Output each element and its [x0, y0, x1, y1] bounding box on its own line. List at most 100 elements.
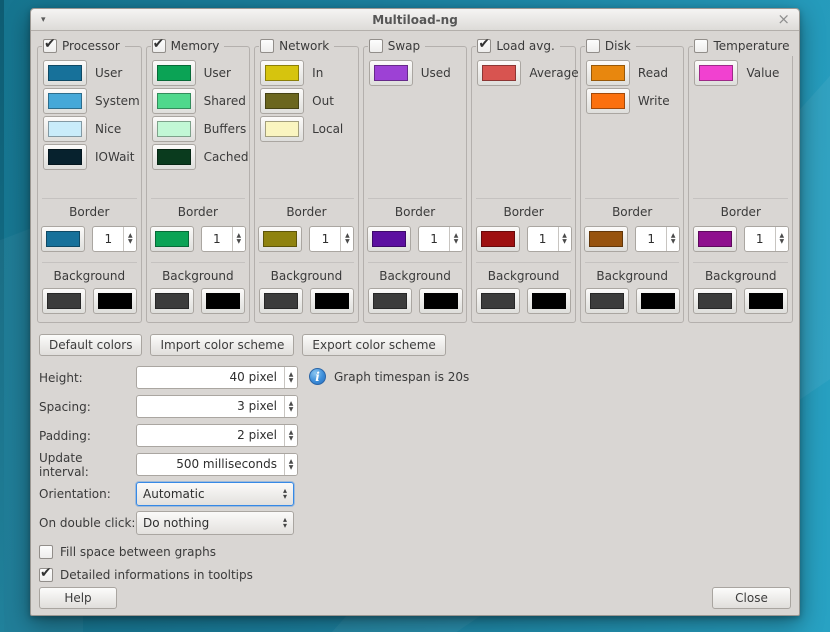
- color-row: Buffers: [151, 116, 249, 142]
- color-swatch-button[interactable]: [694, 60, 739, 86]
- setting-dropdown[interactable]: Do nothing ▴ ▾: [136, 510, 294, 535]
- graph-enable-checkbox[interactable]: ✔: [368, 39, 383, 53]
- info-icon: i: [309, 368, 326, 385]
- graph-header: ✔ Memory: [150, 36, 225, 56]
- background-color2-button[interactable]: [635, 288, 680, 314]
- border-width-value: 1: [538, 232, 547, 246]
- border-color-button[interactable]: [475, 226, 520, 252]
- spinner-arrows[interactable]: ▲ ▼: [123, 227, 137, 251]
- graph-header: ✔ Swap: [367, 36, 426, 56]
- color-swatch-button[interactable]: [43, 60, 87, 86]
- border-row: 1 ▲ ▼: [688, 226, 793, 252]
- export-color-scheme-button[interactable]: Export color scheme: [302, 334, 446, 356]
- color-swatch-button[interactable]: [43, 116, 87, 142]
- spinner-arrows[interactable]: ▲ ▼: [666, 227, 680, 251]
- graph-frame-network: ✔ Network In Out Local Border 1 ▲▼ Backg…: [254, 36, 359, 323]
- graph-title: Memory: [170, 39, 220, 53]
- spinner-arrows[interactable]: ▲ ▼: [557, 227, 571, 251]
- separator: [42, 198, 137, 199]
- option-checkbox[interactable]: ✔: [39, 565, 53, 582]
- color-swatch-button[interactable]: [151, 60, 196, 86]
- close-button[interactable]: Close: [712, 587, 791, 609]
- color-swatch-button[interactable]: [260, 88, 305, 114]
- help-button[interactable]: Help: [39, 587, 117, 609]
- color-name-label: System: [95, 94, 140, 108]
- border-color-button[interactable]: [692, 226, 737, 252]
- graph-enable-checkbox[interactable]: ✔: [694, 39, 709, 53]
- background-color2-button[interactable]: [418, 288, 463, 314]
- color-swatch-button[interactable]: [368, 60, 413, 86]
- separator: [476, 262, 571, 263]
- graph-header: ✔ Load avg.: [476, 36, 560, 56]
- spinner-arrows[interactable]: ▲ ▼: [284, 454, 297, 475]
- border-color-button[interactable]: [149, 226, 194, 252]
- border-width-value: 1: [321, 232, 330, 246]
- color-swatch-button[interactable]: [477, 60, 522, 86]
- spinner-arrows[interactable]: ▲ ▼: [774, 227, 788, 251]
- spinner-arrows[interactable]: ▲ ▼: [340, 227, 354, 251]
- spinner-arrows[interactable]: ▲ ▼: [231, 227, 245, 251]
- background-color1-button[interactable]: [476, 288, 521, 314]
- info-message: i Graph timespan is 20s: [309, 368, 529, 385]
- color-swatch-button[interactable]: [43, 144, 87, 170]
- setting-spinner[interactable]: 3 pixel ▲ ▼: [136, 395, 298, 418]
- color-swatch-button[interactable]: [151, 144, 196, 170]
- color-row: Value: [694, 60, 791, 86]
- setting-spinner[interactable]: 2 pixel ▲ ▼: [136, 424, 298, 447]
- color-swatch-button[interactable]: [585, 60, 630, 86]
- graph-enable-checkbox[interactable]: ✔: [43, 36, 57, 53]
- background-color1-button[interactable]: [693, 288, 738, 314]
- background-color1-button[interactable]: [367, 288, 412, 314]
- background-color1-button[interactable]: [150, 288, 195, 314]
- border-width-spinner[interactable]: 1 ▲ ▼: [635, 226, 681, 252]
- default-colors-button[interactable]: Default colors: [39, 334, 143, 356]
- spinner-arrows[interactable]: ▲ ▼: [284, 425, 297, 446]
- border-width-spinner[interactable]: 1 ▲ ▼: [418, 226, 464, 252]
- border-color-button[interactable]: [258, 226, 303, 252]
- background-label: Background: [596, 269, 668, 283]
- setting-spinner[interactable]: 40 pixel ▲ ▼: [136, 366, 298, 389]
- spinner-arrows[interactable]: ▲ ▼: [449, 227, 463, 251]
- background-color2-button[interactable]: [744, 288, 789, 314]
- color-swatch-button[interactable]: [43, 88, 87, 114]
- window-close-icon[interactable]: ×: [777, 9, 790, 30]
- color-name-label: Read: [637, 66, 669, 80]
- background-color2-button[interactable]: [201, 288, 246, 314]
- border-color-button[interactable]: [584, 226, 629, 252]
- color-swatch-button[interactable]: [151, 116, 196, 142]
- border-row: 1 ▲ ▼: [580, 226, 685, 252]
- color-name-label: Write: [637, 94, 670, 108]
- background-color1-button[interactable]: [584, 288, 629, 314]
- spinner-arrows[interactable]: ▲ ▼: [284, 396, 297, 417]
- background-color2-button[interactable]: [309, 288, 354, 314]
- option-checkbox[interactable]: ✔: [39, 545, 53, 559]
- background-color2-button[interactable]: [92, 288, 137, 314]
- border-color-button[interactable]: [367, 226, 412, 252]
- border-width-spinner[interactable]: 1 ▲ ▼: [526, 226, 572, 252]
- graph-enable-checkbox[interactable]: ✔: [585, 39, 600, 53]
- background-color2-button[interactable]: [527, 288, 572, 314]
- border-width-spinner[interactable]: 1 ▲ ▼: [200, 226, 246, 252]
- border-width-spinner[interactable]: 1 ▲ ▼: [92, 226, 138, 252]
- graph-enable-checkbox[interactable]: ✔: [260, 39, 275, 53]
- graph-enable-checkbox[interactable]: ✔: [477, 36, 492, 53]
- import-color-scheme-button[interactable]: Import color scheme: [150, 334, 295, 356]
- option-label: Fill space between graphs: [60, 545, 216, 559]
- color-swatch-button[interactable]: [151, 88, 196, 114]
- titlebar[interactable]: ▾ Multiload-ng ×: [31, 9, 799, 31]
- color-swatch-button[interactable]: [260, 116, 305, 142]
- border-width-spinner[interactable]: 1 ▲ ▼: [309, 226, 355, 252]
- border-width-spinner[interactable]: 1 ▲ ▼: [743, 226, 789, 252]
- color-swatch-button[interactable]: [260, 60, 305, 86]
- graph-enable-checkbox[interactable]: ✔: [151, 36, 166, 53]
- setting-label: Update interval:: [39, 450, 89, 479]
- setting-spinner[interactable]: 500 milliseconds ▲ ▼: [136, 453, 298, 476]
- background-color1-button[interactable]: [41, 288, 86, 314]
- option-checkbox-row[interactable]: ✔ Fill space between graphs: [39, 544, 253, 560]
- border-color-button[interactable]: [41, 226, 86, 252]
- setting-dropdown[interactable]: Automatic ▴ ▾: [136, 481, 294, 506]
- option-checkbox-row[interactable]: ✔ Detailed informations in tooltips: [39, 565, 253, 583]
- spinner-arrows[interactable]: ▲ ▼: [284, 367, 297, 388]
- color-swatch-button[interactable]: [585, 88, 630, 114]
- background-color1-button[interactable]: [258, 288, 303, 314]
